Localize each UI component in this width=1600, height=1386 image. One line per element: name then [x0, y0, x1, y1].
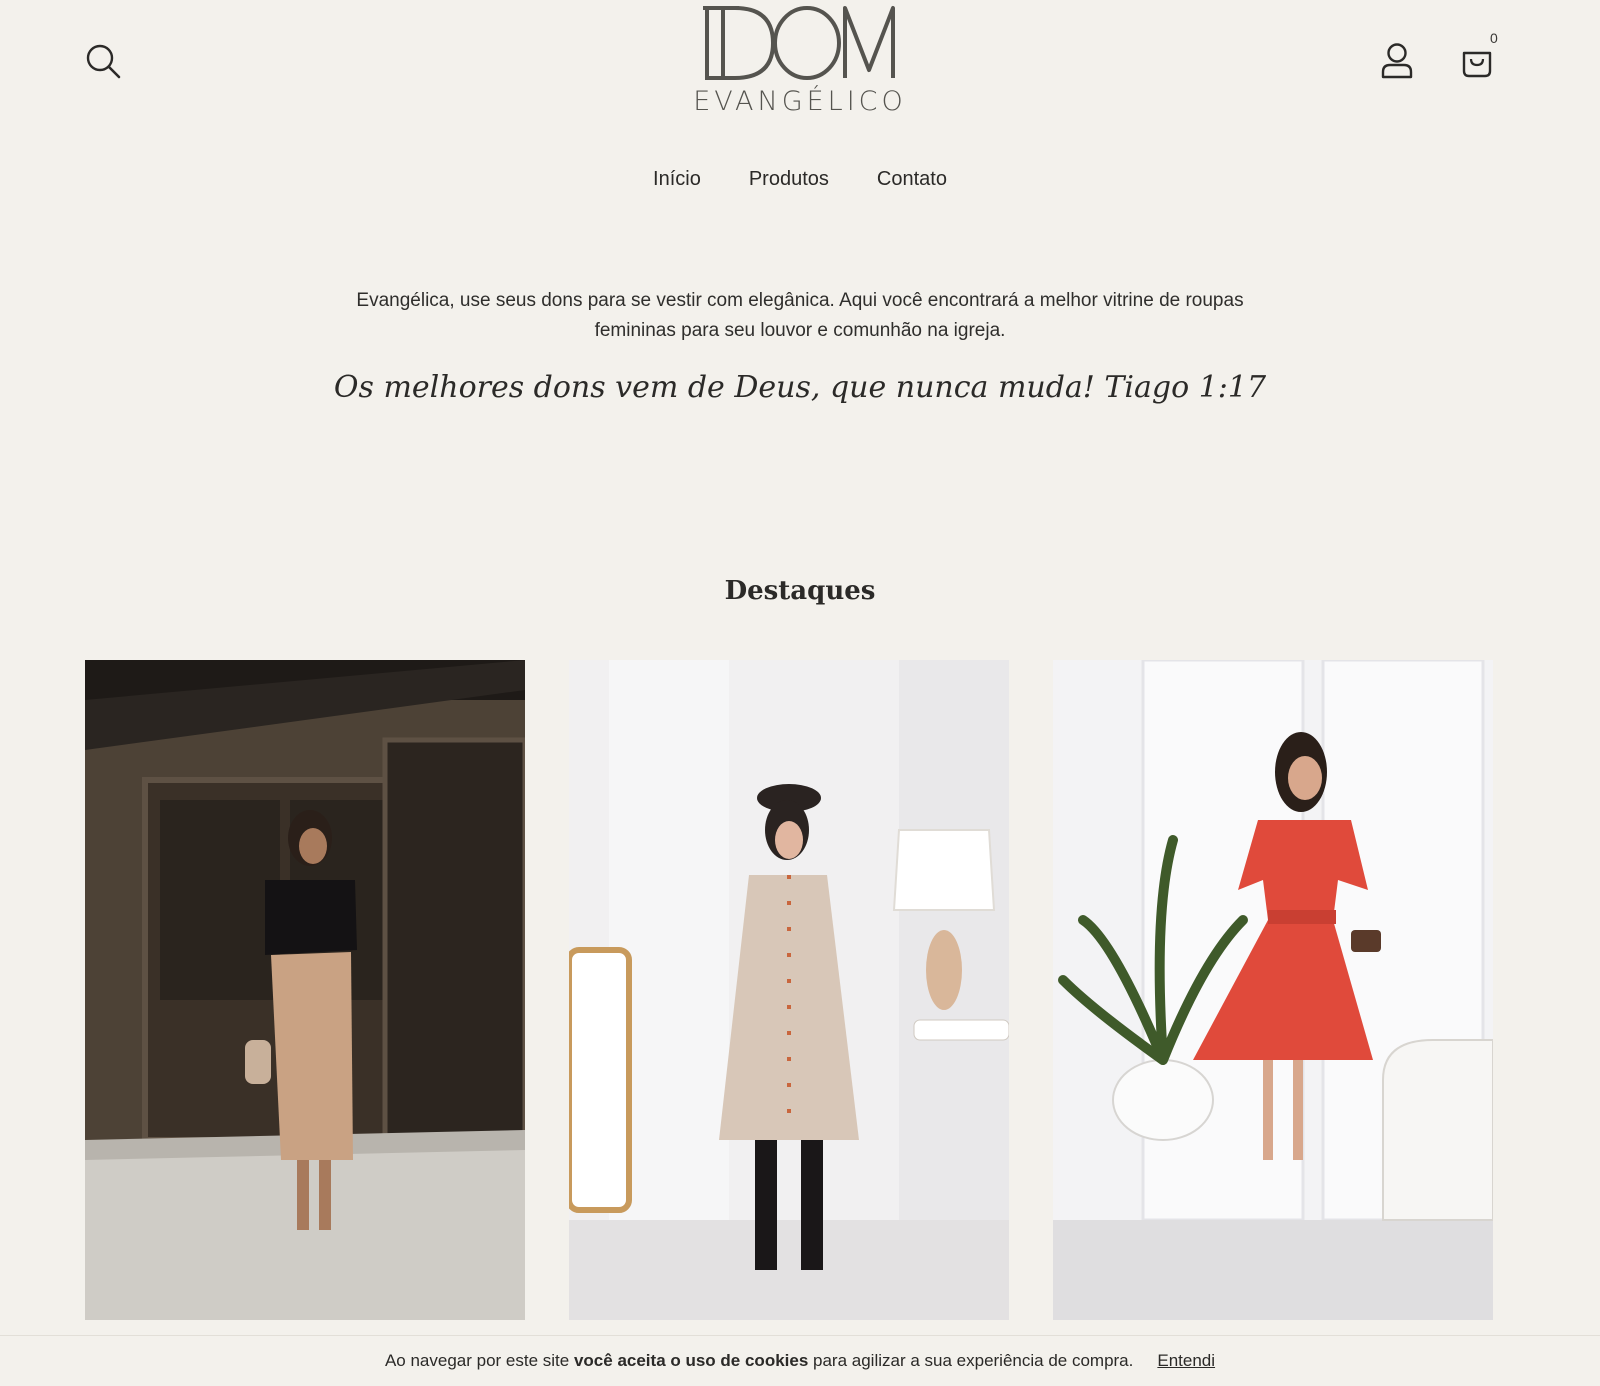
cookie-text-bold: você aceita o uso de cookies	[573, 1351, 809, 1370]
product-image	[569, 660, 1009, 1320]
cookie-banner: Ao navegar por este site você aceita o u…	[0, 1335, 1600, 1386]
site-logo[interactable]: EVANGÉLICO	[670, 0, 930, 140]
search-button[interactable]	[80, 38, 126, 84]
intro-text: Evangélica, use seus dons para se vestir…	[356, 290, 1244, 341]
product-card[interactable]	[1053, 660, 1493, 1320]
account-button[interactable]	[1374, 38, 1420, 84]
intro-quote: Os melhores dons vem de Deus, que nunca …	[333, 370, 1267, 405]
cookie-text-after: para agilizar a sua experiência de compr…	[808, 1351, 1134, 1370]
product-image	[85, 660, 525, 1320]
shopping-bag-icon	[1462, 51, 1492, 78]
site-header: EVANGÉLICO 0	[0, 0, 1600, 140]
cookie-text-before: Ao navegar por este site	[384, 1351, 574, 1370]
product-card[interactable]	[569, 660, 1009, 1320]
cart-count-badge: 0	[1490, 30, 1498, 46]
search-icon	[86, 44, 121, 79]
cookie-accept-button[interactable]: Entendi	[1157, 1351, 1215, 1371]
cookie-message: Ao navegar por este site você aceita o u…	[385, 1351, 1133, 1371]
main-nav: Início Produtos Contato	[0, 168, 1600, 191]
user-icon	[1381, 43, 1413, 79]
logo-subtitle: EVANGÉLICO	[693, 86, 907, 117]
section-title: Destaques	[724, 576, 876, 606]
product-image	[1053, 660, 1493, 1320]
nav-item-contato[interactable]: Contato	[877, 168, 947, 191]
logo-mark	[703, 6, 895, 80]
product-card[interactable]	[85, 660, 525, 1320]
product-grid	[85, 660, 1495, 1320]
nav-item-produtos[interactable]: Produtos	[749, 168, 829, 191]
nav-item-inicio[interactable]: Início	[653, 168, 701, 191]
page: EVANGÉLICO 0 Início Produtos Contato Eva…	[0, 0, 1600, 1386]
